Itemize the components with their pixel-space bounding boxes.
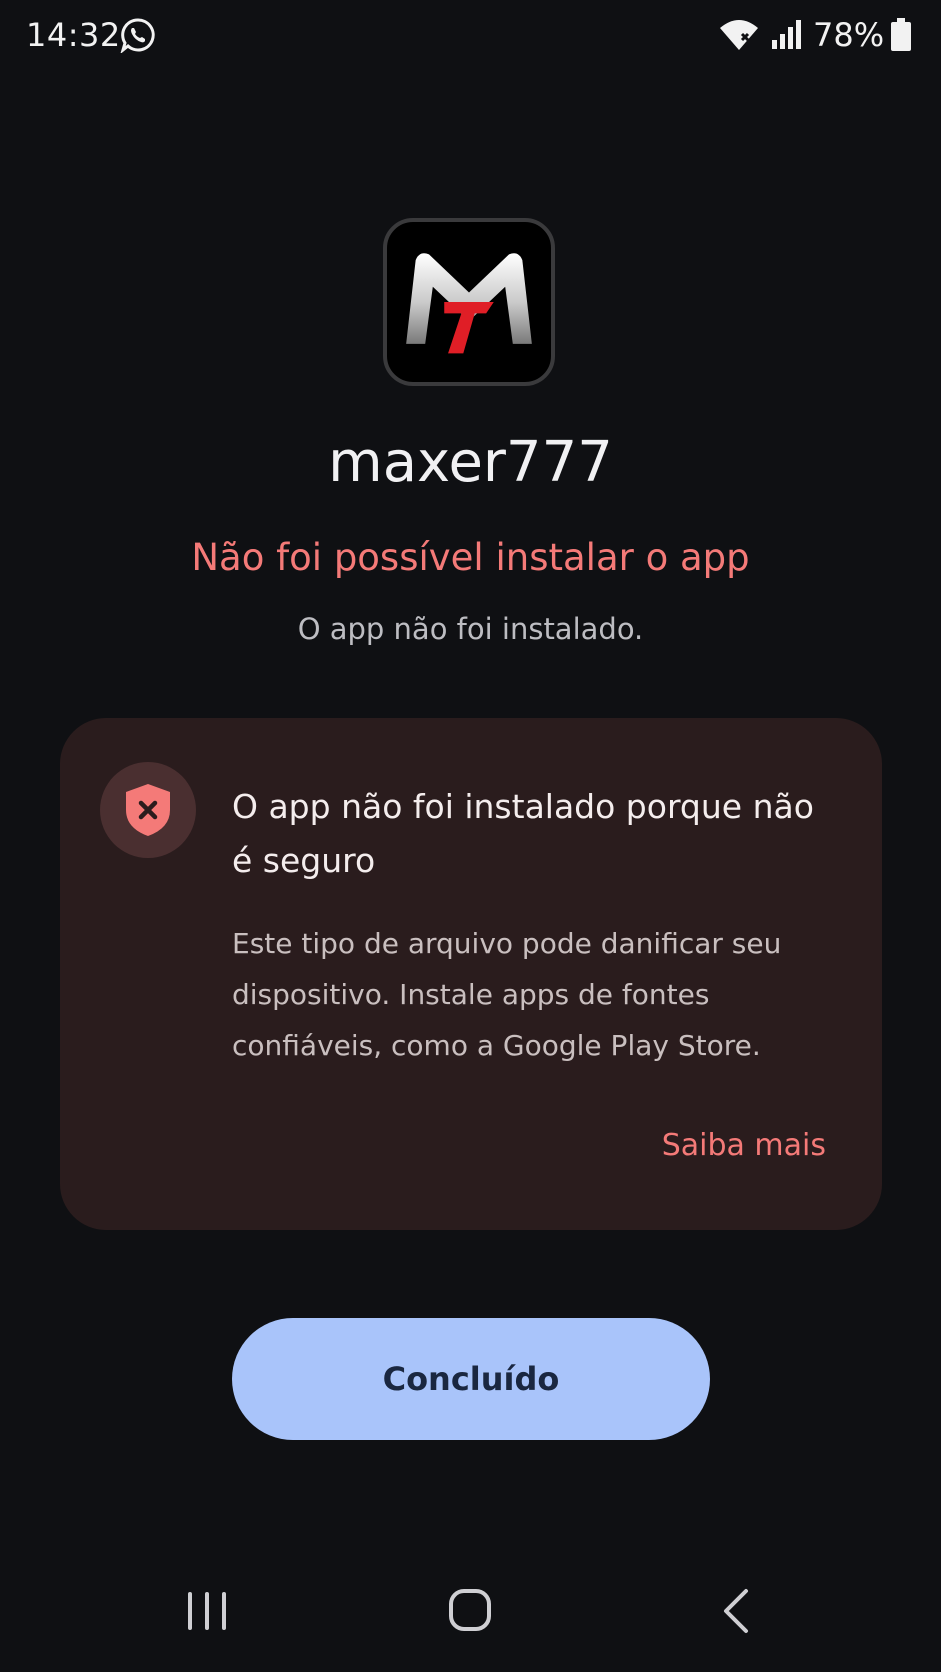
unsafe-app-warning-card: O app não foi instalado porque não é seg… xyxy=(60,718,882,1230)
warning-body: Este tipo de arquivo pode danificar seu … xyxy=(232,927,782,1062)
whatsapp-icon xyxy=(120,18,155,53)
warning-title: O app não foi instalado porque não é seg… xyxy=(232,787,814,880)
status-time: 14:32 xyxy=(26,16,121,54)
recents-icon[interactable] xyxy=(186,1590,228,1632)
wifi-icon xyxy=(720,20,758,50)
home-icon[interactable] xyxy=(448,1588,492,1632)
maxer777-logo xyxy=(406,253,532,354)
status-bar: 14:32 78% xyxy=(0,0,941,72)
battery-icon xyxy=(891,18,911,51)
shield-x-icon xyxy=(126,784,170,836)
app-icon xyxy=(383,218,555,386)
app-name: maxer777 xyxy=(328,430,613,495)
shield-badge xyxy=(100,762,196,858)
signal-icon xyxy=(772,20,801,49)
battery-percentage: 78% xyxy=(813,16,885,54)
install-error-title: Não foi possível instalar o app xyxy=(191,536,750,579)
done-button[interactable]: Concluído xyxy=(232,1318,710,1440)
learn-more-link[interactable]: Saiba mais xyxy=(662,1128,826,1163)
back-icon[interactable] xyxy=(720,1588,750,1634)
install-error-subtitle: O app não foi instalado. xyxy=(297,612,644,646)
